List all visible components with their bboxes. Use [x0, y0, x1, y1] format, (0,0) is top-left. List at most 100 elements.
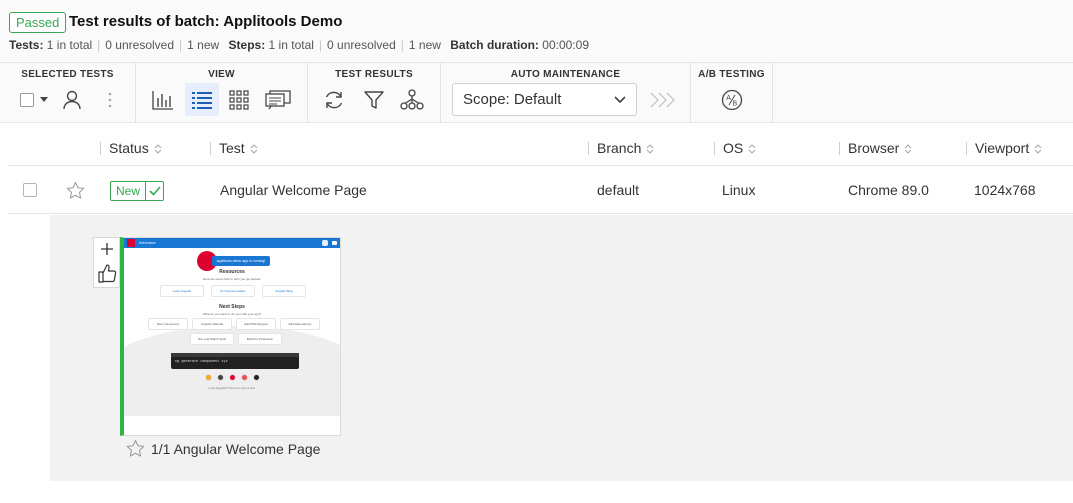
column-status-label: Status	[109, 140, 149, 156]
status-badge: New	[110, 181, 165, 201]
tests-unresolved[interactable]: 0 unresolved	[105, 38, 174, 52]
chevron-down-icon	[614, 96, 626, 104]
thumbnail-dot-icon	[253, 374, 260, 381]
batch-header: Passed Test results of batch: Applitools…	[0, 0, 1073, 63]
refresh-button[interactable]	[317, 83, 351, 116]
star-icon[interactable]	[126, 439, 145, 458]
checkmark-icon	[148, 186, 161, 196]
steps-unresolved[interactable]: 0 unresolved	[327, 38, 396, 52]
thumbnail-step-card: Add Dependency	[280, 318, 320, 330]
thumbnail-step-card: Build for Production	[238, 333, 282, 345]
thumbnail-dot-icon	[205, 374, 212, 381]
selected-tests-title: SELECTED TESTS	[21, 69, 114, 80]
table-row[interactable]: New Angular Welcome Page default Linux C…	[8, 166, 1073, 214]
plus-icon[interactable]	[100, 242, 114, 256]
duration-label: Batch duration:	[450, 38, 539, 52]
step-thumbnail[interactable]: Welcome applitools-demo app is running! …	[120, 237, 341, 436]
thumbnail-step-card: Add PWA Support	[236, 318, 276, 330]
assign-user-button[interactable]	[55, 83, 89, 116]
column-branch-label: Branch	[597, 140, 642, 156]
sort-icon	[748, 144, 756, 155]
ab-testing-button[interactable]: AB	[715, 83, 749, 116]
thumbnail-icon-row	[205, 374, 265, 381]
thumbnail-app-title: Welcome	[139, 240, 156, 245]
svg-text:B: B	[733, 100, 738, 107]
view-title: VIEW	[208, 69, 235, 80]
grid-icon	[229, 89, 249, 110]
thumbnail-link-card: Angular Blog	[262, 285, 306, 297]
sort-icon	[646, 144, 654, 155]
column-test[interactable]: Test	[210, 131, 258, 166]
sort-icon	[154, 144, 162, 155]
column-os-label: OS	[723, 140, 744, 156]
column-browser[interactable]: Browser	[839, 131, 912, 166]
column-viewport-label: Viewport	[975, 140, 1030, 156]
hierarchy-icon	[400, 88, 424, 110]
select-all-checkbox[interactable]	[20, 92, 34, 107]
thumbnail-resources-title: Resources	[219, 269, 245, 275]
tests-label: Tests:	[9, 38, 44, 52]
view-grid-button[interactable]	[222, 83, 256, 116]
thumbnail-dot-icon	[217, 374, 224, 381]
star-icon[interactable]	[66, 181, 85, 200]
youtube-icon	[332, 241, 337, 245]
view-section: VIEW	[136, 63, 308, 123]
viewport-cell: 1024x768	[974, 182, 1036, 198]
selected-tests-section: SELECTED TESTS	[0, 63, 136, 123]
thumbnail-next-title: Next Steps	[219, 304, 245, 310]
column-browser-label: Browser	[848, 140, 900, 156]
thumbnail-link-card: CLI Documentation	[211, 285, 255, 297]
caret-down-icon	[40, 97, 48, 102]
column-branch[interactable]: Branch	[588, 131, 654, 166]
view-list-button[interactable]	[185, 83, 219, 116]
steps-new[interactable]: 1 new	[409, 38, 441, 52]
row-checkbox[interactable]	[23, 183, 37, 197]
view-bar-chart-button[interactable]	[146, 83, 180, 116]
scope-select[interactable]: Scope: Default	[452, 83, 637, 116]
tests-total[interactable]: 1 in total	[47, 38, 92, 52]
batch-stats: Tests: 1 in total | 0 unresolved | 1 new Ste…	[9, 38, 589, 52]
more-actions-button[interactable]	[93, 83, 127, 116]
step-caption: 1/1 Angular Welcome Page	[126, 439, 320, 458]
comments-icon	[265, 89, 291, 109]
view-details-button[interactable]	[261, 83, 295, 116]
batch-title: Test results of batch: Applitools Demo	[69, 13, 343, 30]
duration-value: 00:00:09	[542, 38, 589, 52]
auto-maintenance-section: AUTO MAINTENANCE Scope: Default	[441, 63, 691, 123]
steps-total[interactable]: 1 in total	[269, 38, 314, 52]
twitter-icon	[322, 240, 328, 246]
list-icon	[192, 91, 212, 109]
thumbnail-step-card: Angular Material	[192, 318, 232, 330]
thumbnail-link-card: Learn Angular	[160, 285, 204, 297]
thumbs-up-icon[interactable]	[97, 263, 117, 283]
filter-button[interactable]	[357, 83, 391, 116]
kebab-icon	[108, 92, 112, 107]
thumbnail-dot-icon	[241, 374, 248, 381]
thumbnail-step-card: Run and Watch Tests	[190, 333, 234, 345]
os-cell: Linux	[722, 182, 756, 198]
sort-icon	[1034, 144, 1042, 155]
svg-text:A: A	[726, 95, 731, 102]
column-os[interactable]: OS	[714, 131, 756, 166]
thumbnail-dot-icon	[229, 374, 236, 381]
column-status[interactable]: Status	[100, 131, 162, 166]
group-by-button[interactable]	[395, 83, 429, 116]
thumbnail-resources-sub: Here are some links to help you get star…	[202, 277, 262, 281]
batch-status-badge: Passed	[9, 12, 67, 33]
apply-maintenance-button[interactable]	[644, 83, 682, 116]
user-icon	[63, 90, 81, 109]
thumbnail-toolbar: Welcome	[124, 238, 340, 248]
sort-icon	[250, 144, 258, 155]
ab-icon: AB	[721, 89, 743, 110]
test-results-title: TEST RESULTS	[335, 69, 413, 80]
refresh-icon	[325, 91, 343, 108]
status-accept-button[interactable]	[146, 182, 163, 200]
bar-chart-icon	[152, 90, 173, 110]
test-name-cell[interactable]: Angular Welcome Page	[220, 166, 367, 214]
select-all-dropdown[interactable]	[14, 83, 54, 116]
tests-new[interactable]: 1 new	[187, 38, 219, 52]
column-viewport[interactable]: Viewport	[966, 131, 1042, 166]
step-caption-label[interactable]: 1/1 Angular Welcome Page	[151, 441, 320, 457]
step-tools	[93, 237, 120, 288]
thumbnail-terminal: ng generate component xyz	[171, 353, 299, 369]
